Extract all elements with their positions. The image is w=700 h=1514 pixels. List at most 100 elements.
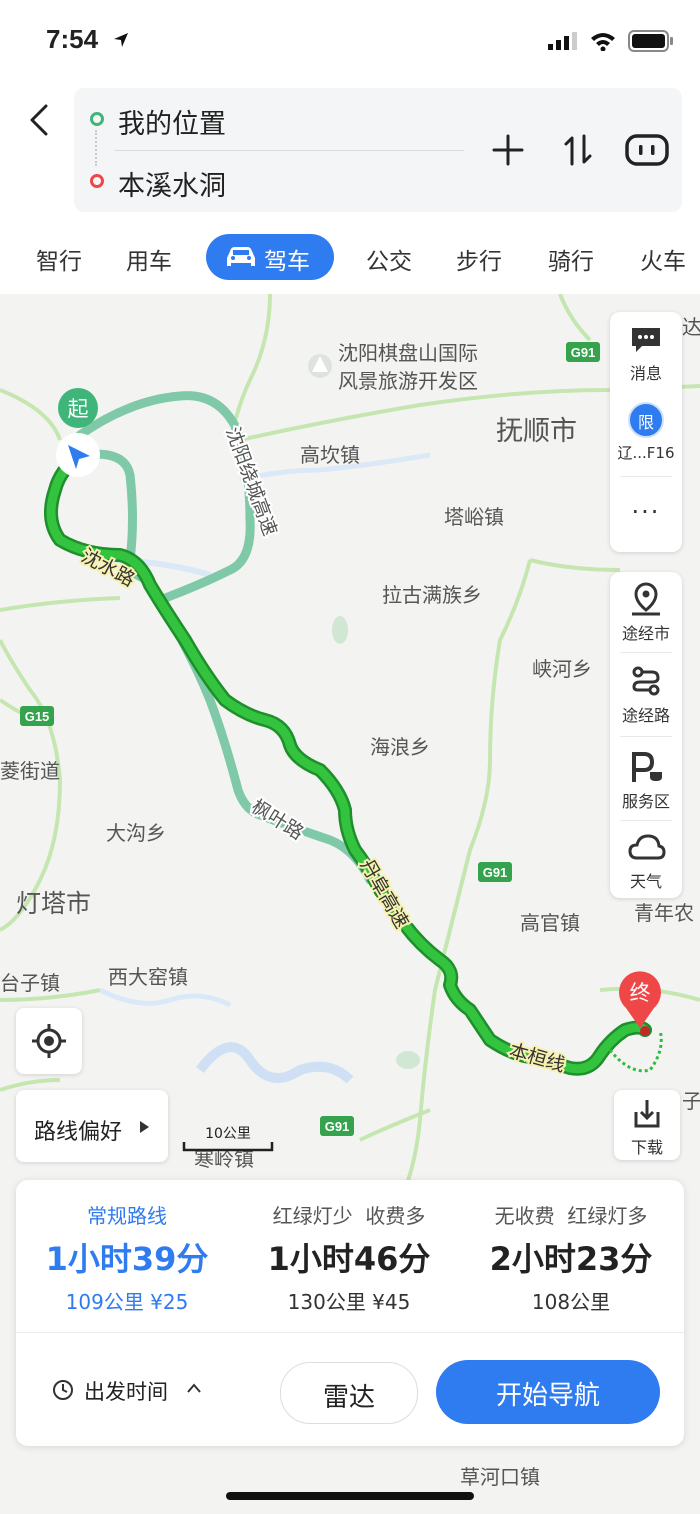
highway-shield: G91 — [478, 862, 512, 882]
scenic-spot-icon — [308, 354, 332, 378]
start-navigation-label: 开始导航 — [495, 1381, 600, 1411]
clock-icon — [53, 1380, 73, 1400]
highway-shield: G15 — [20, 706, 54, 726]
triangle-right-icon — [140, 1121, 149, 1133]
route-divider — [114, 150, 464, 151]
route-option-regular[interactable]: 常规路线 1小时39分 109公里 ¥25 — [16, 1180, 238, 1330]
locate-button[interactable] — [16, 1008, 82, 1074]
map-label-scenic-area: 沈阳棋盘山国际 — [338, 341, 478, 365]
route-option-fewer-lights[interactable]: 红绿灯少 收费多 1小时46分 130公里 ¥45 — [238, 1180, 460, 1330]
message-icon[interactable] — [630, 326, 662, 354]
depart-time-label: 出发时间 — [84, 1380, 168, 1404]
sidebar-messages[interactable]: 消息 — [610, 360, 682, 384]
route-option-no-toll[interactable]: 无收费 红绿灯多 2小时23分 108公里 — [460, 1180, 682, 1330]
tab-drive[interactable]: 驾车 — [206, 234, 334, 280]
svg-text:G15: G15 — [25, 709, 50, 724]
map-scale: 10公里 — [182, 1126, 274, 1152]
route-options-card: 常规路线 1小时39分 109公里 ¥25 红绿灯少 收费多 1小时46分 13… — [16, 1180, 684, 1446]
battery-icon — [628, 30, 673, 52]
park-area — [332, 616, 348, 644]
sidebar-divider — [620, 476, 672, 477]
map-label-town: 西大窑镇 — [108, 965, 188, 989]
svg-text:G91: G91 — [571, 345, 596, 360]
start-navigation-button[interactable]: 开始导航 — [436, 1360, 660, 1424]
route-option-meta: 130公里 ¥45 — [287, 1290, 411, 1314]
download-icon — [634, 1100, 660, 1128]
sidebar-via-road[interactable]: 途经路 — [610, 702, 682, 726]
route-option-meta: 108公里 — [531, 1290, 611, 1314]
route-option-duration: 1小时39分 — [45, 1240, 209, 1278]
route-option-duration: 2小时23分 — [489, 1240, 653, 1278]
destination-field[interactable]: 本溪水洞 — [118, 164, 226, 203]
tab-walk[interactable]: 步行 — [456, 242, 502, 276]
sidebar-tools-card: 途经市 途经路 服务区 天气 — [610, 572, 682, 898]
sidebar-divider — [620, 652, 672, 653]
tab-bike[interactable]: 骑行 — [548, 242, 594, 276]
status-time: 7:54 — [46, 24, 99, 54]
car-icon — [227, 247, 255, 266]
svg-text:起: 起 — [68, 397, 89, 421]
map-label-town: 海浪乡 — [370, 735, 430, 759]
map-label-town: 高官镇 — [520, 911, 580, 935]
map-label-town: 菱街道 — [0, 759, 60, 783]
park-area — [396, 1051, 420, 1069]
service-area-icon[interactable] — [630, 750, 664, 784]
via-road-icon[interactable] — [630, 664, 662, 698]
tab-transit[interactable]: 公交 — [366, 242, 412, 276]
route-preference-label: 路线偏好 — [34, 1120, 123, 1145]
sidebar-divider — [620, 736, 672, 737]
route-option-label: 常规路线 — [87, 1204, 167, 1228]
status-bar: 7:54 — [0, 0, 700, 86]
sidebar-divider — [620, 820, 672, 821]
map-label-scenic-area: 风景旅游开发区 — [338, 369, 478, 393]
add-waypoint-icon[interactable] — [490, 130, 526, 170]
map-label-town: 塔峪镇 — [444, 505, 504, 529]
svg-text:终: 终 — [630, 981, 651, 1005]
route-option-label: 无收费 红绿灯多 — [494, 1204, 648, 1228]
map-scale-label: 10公里 — [205, 1126, 251, 1142]
back-arrow-icon[interactable] — [22, 100, 56, 140]
map-label-city: 抚顺市 — [496, 416, 577, 447]
tab-train[interactable]: 火车 — [640, 242, 686, 276]
wifi-icon — [591, 33, 615, 51]
sidebar-via-city[interactable]: 途经市 — [610, 620, 682, 644]
route-option-duration: 1小时46分 — [267, 1240, 431, 1278]
weather-cloud-icon[interactable] — [628, 832, 666, 862]
tab-car-hailing[interactable]: 用车 — [126, 242, 172, 276]
more-icon[interactable]: ··· — [610, 498, 682, 526]
highway-shield: G91 — [566, 342, 600, 362]
via-city-icon[interactable] — [630, 582, 662, 616]
chevron-up-icon — [187, 1383, 201, 1393]
radar-button[interactable]: 雷达 — [280, 1362, 418, 1424]
signal-icon — [548, 32, 577, 50]
location-arrow-icon — [114, 33, 128, 47]
highway-shield: G91 — [320, 1116, 354, 1136]
transport-tabs: 智行 用车 驾车 公交 步行 骑行 火车 — [0, 232, 700, 282]
map-label-town: 高坎镇 — [300, 443, 360, 467]
origin-field[interactable]: 我的位置 — [118, 102, 226, 141]
tab-drive-label: 驾车 — [264, 249, 310, 275]
sidebar-service-area[interactable]: 服务区 — [610, 788, 682, 812]
restriction-icon: 限 — [628, 402, 664, 438]
sidebar-weather[interactable]: 天气 — [610, 868, 682, 892]
destination-dot-icon — [90, 174, 104, 188]
route-option-label: 红绿灯少 收费多 — [272, 1204, 426, 1228]
sidebar-top-card: 消息 限 辽...F16 ··· — [610, 312, 682, 552]
route-option-meta: 109公里 ¥25 — [65, 1290, 189, 1314]
download-button[interactable]: 下载 — [614, 1090, 680, 1160]
svg-text:G91: G91 — [483, 865, 508, 880]
swap-icon[interactable] — [560, 130, 596, 170]
map-label-town: 拉古满族乡 — [382, 583, 482, 607]
svg-text:G91: G91 — [325, 1119, 350, 1134]
map-label-town: 草河口镇 — [460, 1465, 540, 1489]
download-label: 下载 — [630, 1138, 663, 1157]
route-preference-button[interactable]: 路线偏好 — [16, 1090, 168, 1162]
tab-smart[interactable]: 智行 — [36, 242, 82, 276]
crosshair-icon — [32, 1024, 66, 1058]
map-label-town: 青年农 — [634, 901, 694, 925]
map-label-town: 峡河乡 — [532, 657, 592, 681]
voice-assistant-icon[interactable] — [624, 130, 670, 170]
map-label-town: 大沟乡 — [106, 821, 166, 845]
sidebar-restriction[interactable]: 辽...F16 — [610, 442, 682, 463]
map-label-town: 达 — [682, 315, 700, 339]
